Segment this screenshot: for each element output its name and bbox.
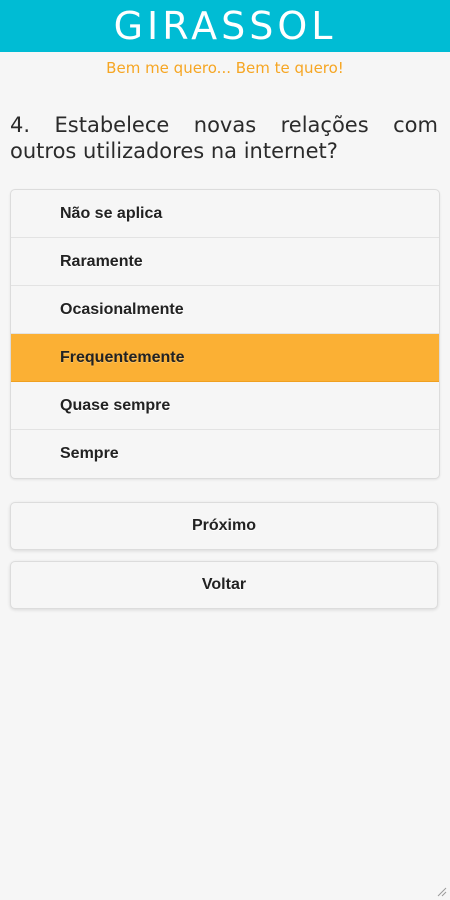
app-logo: GIRASSOL [113, 4, 337, 48]
back-button[interactable]: Voltar [10, 561, 438, 609]
option-raramente[interactable]: Raramente [11, 238, 439, 286]
app-tagline: Bem me quero... Bem te quero! [106, 59, 344, 77]
option-sempre[interactable]: Sempre [11, 430, 439, 478]
app-header: GIRASSOL [0, 0, 450, 52]
option-ocasionalmente[interactable]: Ocasionalmente [11, 286, 439, 334]
option-frequentemente[interactable]: Frequentemente [11, 334, 439, 382]
option-nao-se-aplica[interactable]: Não se aplica [11, 190, 439, 238]
resize-grip-icon[interactable] [435, 885, 447, 897]
answer-options-list: Não se aplica Raramente Ocasionalmente F… [10, 189, 440, 479]
question-text: 4. Estabelece novas relações com outros … [10, 113, 438, 163]
option-quase-sempre[interactable]: Quase sempre [11, 382, 439, 430]
next-button[interactable]: Próximo [10, 502, 438, 550]
